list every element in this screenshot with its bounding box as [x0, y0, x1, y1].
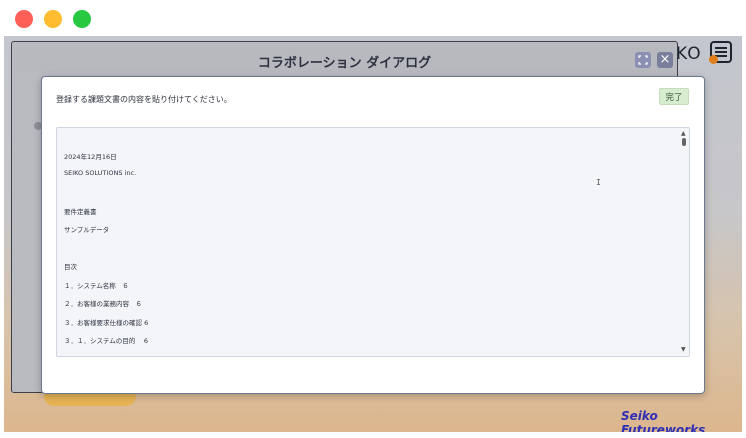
document-line: ３．１．システムの目的 6 [64, 337, 149, 345]
close-icon[interactable]: × [657, 52, 673, 68]
text-cursor-icon: I [596, 178, 601, 187]
window-close-button[interactable] [15, 10, 33, 28]
expand-icon-svg [638, 55, 648, 65]
scrollbar-thumb[interactable] [682, 138, 686, 146]
window-maximize-button[interactable] [73, 10, 91, 28]
done-button[interactable]: 完了 [659, 88, 689, 105]
footer-brand: Seiko Futureworks [621, 409, 706, 432]
paste-instruction: 登録する課題文書の内容を貼り付けてください。 [56, 95, 232, 104]
document-line: SEIKO SOLUTIONS inc. [64, 169, 137, 177]
brand-logo-fragment: KO [676, 44, 702, 64]
expand-icon[interactable] [635, 52, 651, 68]
scroll-up-icon[interactable]: ▲ [681, 130, 686, 137]
document-line: 2024年12月16日 [64, 153, 117, 161]
document-line: 目次 [64, 263, 77, 271]
document-line: 要件定義書 [64, 208, 97, 216]
notification-badge [709, 55, 718, 64]
collaboration-dialog-header: コラボレーション ダイアログ × [17, 47, 673, 73]
scroll-down-icon[interactable]: ▼ [681, 346, 686, 353]
paste-document-dialog: 登録する課題文書の内容を貼り付けてください。 完了 2024年12月16日 SE… [41, 76, 705, 394]
window-titlebar [0, 0, 746, 36]
menu-line-icon [715, 51, 727, 53]
document-line: サンプルデータ [64, 226, 110, 234]
menu-line-icon [715, 47, 727, 49]
window-minimize-button[interactable] [44, 10, 62, 28]
document-line: １．システム名称 ６ [64, 282, 129, 290]
collaboration-dialog-title: コラボレーション ダイアログ [257, 56, 432, 71]
document-line: ３．お客様要求仕様の確認 6 [64, 319, 149, 327]
document-textarea[interactable]: 2024年12月16日 SEIKO SOLUTIONS inc. 要件定義書 サ… [56, 127, 690, 357]
document-line: ２．お客様の業務内容 ６ [64, 300, 142, 308]
